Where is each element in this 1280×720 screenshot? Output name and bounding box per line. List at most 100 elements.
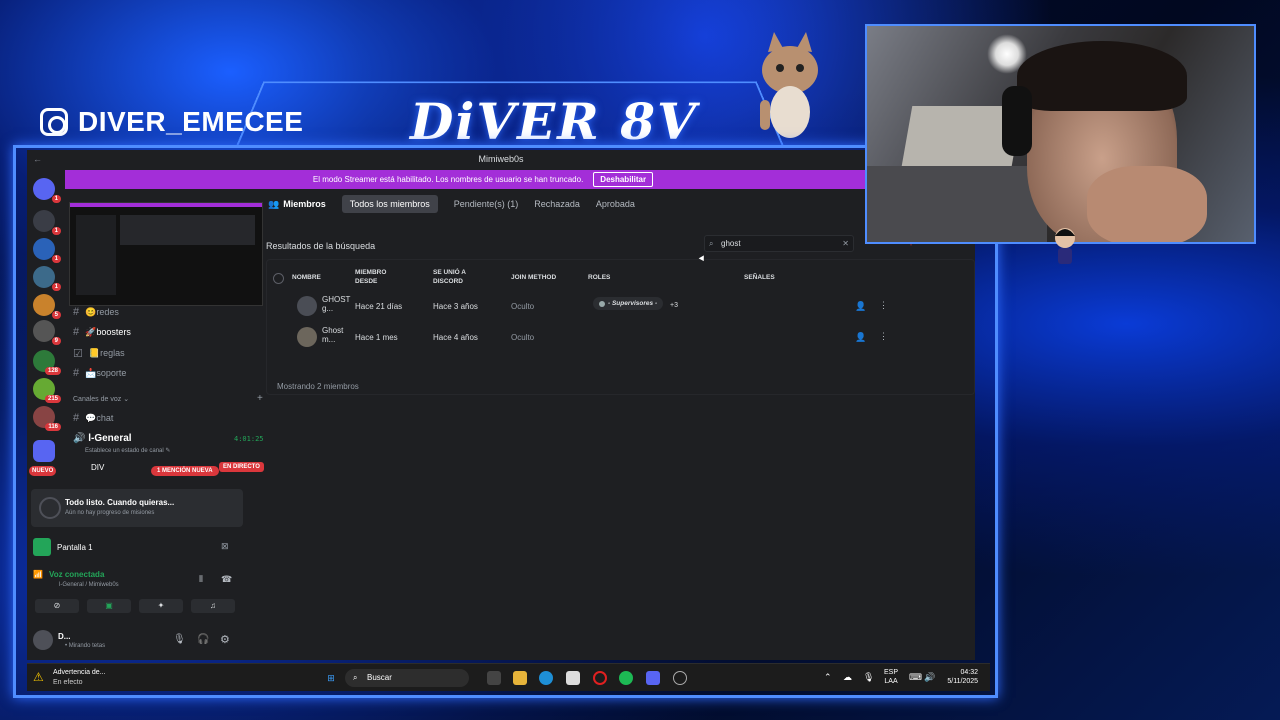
server-icon[interactable]: 1 [33,238,61,263]
table-row[interactable]: GHOST g... Hace 21 días Hace 3 años Ocult… [267,292,974,322]
back-arrow-icon[interactable]: ← [33,150,42,168]
channel-item[interactable]: # 😊redes [73,306,119,318]
server-icon[interactable]: 215 [33,378,61,403]
alert-title[interactable]: Advertencia de... [53,669,106,676]
col-member-since[interactable]: MIEMBRO DESDE [355,268,395,286]
headphones-icon[interactable]: 🎧 [197,634,209,645]
extra-roles[interactable]: +3 [670,302,678,309]
edge-browser-icon[interactable] [539,671,553,685]
channel-item[interactable]: ☑ 📒reglas [73,347,125,360]
server-icon[interactable]: 9 [33,320,61,345]
add-channel-icon[interactable]: + [257,393,263,404]
server-icon[interactable]: 116 [33,406,61,431]
channel-item[interactable]: # 🚀boosters [73,326,131,338]
profile-icon[interactable]: 👤 [855,332,866,343]
discord-home-icon[interactable]: 1 [33,178,61,203]
windows-start-icon[interactable]: ⊞ [324,671,338,685]
server-icon[interactable]: 128 [33,350,61,375]
member-since: Hace 1 mes [355,333,398,342]
voice-path[interactable]: l-General / Mimiweb0s [59,582,119,588]
role-pill[interactable]: - Supervisores - [593,297,664,310]
microphone-icon[interactable]: 🎙 [173,634,186,645]
member-since: Hace 21 días [355,302,403,311]
channel-item[interactable]: # 💬chat [73,412,113,424]
member-name-line: g... [322,304,334,313]
server-icon[interactable]: 5 [33,294,61,319]
table-row[interactable]: Ghost m... Hace 1 mes Hace 4 años Oculto … [267,323,974,353]
soundboard-button[interactable]: ♫ [191,599,235,613]
col-roles[interactable]: ROLES [588,273,610,282]
channel-name: 📩soporte [85,367,127,378]
server-list: 1 1 1 1 5 9 128 215 116 NUEVO [27,170,61,500]
noise-suppression-icon[interactable]: ⦀ [199,574,203,585]
tab-all-members[interactable]: Todos los miembros [341,195,438,213]
camera-off-button[interactable]: ⊘ [35,599,79,613]
volume-icon[interactable]: 🔊 [924,672,935,683]
more-options-icon[interactable]: ⋮ [879,300,888,311]
warning-icon[interactable]: ⚠ [33,670,44,684]
share-screen-button[interactable]: ▣ [87,599,131,613]
cloud-icon[interactable]: ☁ [843,672,852,683]
social-handle: DIVER_EMECEE [40,106,303,138]
windows-taskbar: ⚠ Advertencia de... En efecto ⊞ ⌕ Buscar… [27,663,990,691]
language-line: ESP [884,669,899,676]
network-icon[interactable]: ⌨ [909,672,922,683]
language-line: LAA [884,678,898,685]
language-indicator[interactable]: ESP LAA [884,668,898,686]
app-icon[interactable] [673,671,687,685]
clock[interactable]: 04:32 5/11/2025 [936,668,978,686]
quest-card[interactable]: Todo listo. Cuando quieras... Aún no hay… [31,489,243,527]
store-icon[interactable] [566,671,580,685]
badge: 215 [44,395,61,403]
screen-share-preview[interactable] [69,202,263,306]
hash-icon: # [73,412,80,424]
channel-item[interactable]: # 📩soporte [73,367,126,379]
task-view-icon[interactable] [487,671,501,685]
streamer-hand [1087,166,1207,242]
mention-pill[interactable]: 1 MENCIÓN NUEVA [151,466,219,476]
channel-status[interactable]: Establece un estado de canal ✎ [85,447,170,454]
headphones-icon [1002,86,1032,156]
discord-taskbar-icon[interactable] [646,671,660,685]
settings-gear-icon[interactable]: ⚙ [220,633,230,646]
tab-rejected[interactable]: Rechazada [534,199,580,209]
server-icon[interactable]: 1 [33,266,61,291]
profile-icon[interactable]: 👤 [855,301,866,312]
voice-category[interactable]: Canales de voz ⌄ [73,395,129,403]
server-icon[interactable]: 1 [33,210,61,235]
voice-channel[interactable]: 🔊 l-General [73,433,132,444]
avatar[interactable] [33,630,53,650]
taskbar-search-input[interactable]: ⌕ Buscar [345,669,469,687]
quest-subtitle: Aún no hay progreso de misiones [65,510,155,516]
voice-user[interactable]: DIV [91,463,104,472]
search-value: ghost [721,239,741,248]
more-options-icon[interactable]: ⋮ [879,331,888,342]
screen-share-row[interactable]: Pantalla 1 [33,538,93,556]
opera-icon[interactable] [593,671,607,685]
disable-streamer-button[interactable]: Deshabilitar [593,172,654,187]
spotify-icon[interactable] [619,671,633,685]
tab-pending[interactable]: Pendiente(s) (1) [454,199,519,209]
stop-share-icon[interactable]: ⊠ [221,541,229,552]
disconnect-icon[interactable]: ☎ [221,574,232,585]
cat-sticker-icon [760,32,818,138]
col-flags[interactable]: SEÑALES [744,273,775,282]
hash-icon: # [73,326,80,338]
col-name[interactable]: NOMBRE [292,273,321,282]
tab-approved[interactable]: Aprobada [596,199,635,209]
badge: 9 [51,337,61,345]
select-all-checkbox[interactable] [273,273,284,284]
webcam-feed [865,24,1256,244]
user-panel: Todo listo. Cuando quieras... Aún no hay… [27,486,243,660]
mic-tray-icon[interactable]: 🎙 [863,672,874,683]
tray-chevron-icon[interactable]: ⌃ [824,672,832,683]
member-search-input[interactable]: ⌕ ghost ✕ [704,235,854,252]
clock-time: 04:32 [960,669,978,676]
quest-title: Todo listo. Cuando quieras... [65,498,175,507]
clear-search-icon[interactable]: ✕ [842,236,849,251]
col-join-method[interactable]: JOIN METHOD [511,273,556,282]
folder-icon[interactable] [33,440,55,462]
activities-button[interactable]: ✦ [139,599,183,613]
col-joined-discord[interactable]: SE UNIÓ A DISCORD [433,268,481,286]
file-explorer-icon[interactable] [513,671,527,685]
